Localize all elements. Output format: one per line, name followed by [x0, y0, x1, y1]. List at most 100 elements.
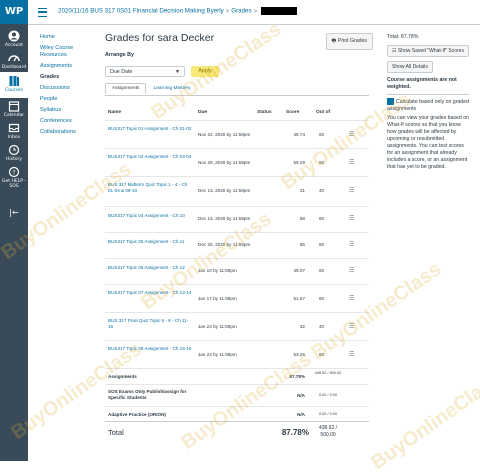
rubric-icon[interactable]: ☰: [349, 295, 354, 302]
show-whatif-button[interactable]: ☷ Show Saved "What-If" Scores: [387, 45, 469, 57]
account-icon: [8, 30, 20, 42]
course-nav-assignments[interactable]: Assignments: [40, 63, 95, 70]
nav-history[interactable]: History: [0, 144, 28, 162]
out-of: 60: [319, 242, 325, 247]
course-nav-collaborations[interactable]: Collaborations: [40, 129, 95, 136]
weight-note: Course assignments are not weighted.: [387, 77, 457, 90]
assignment-link[interactable]: BUS317 Topic 06 Assignment - Ch 12: [108, 265, 193, 271]
due-date: Jan 24 by 11:59pm: [198, 352, 237, 357]
watermark: BuyOnlineClass: [367, 368, 480, 475]
col-name: Name: [108, 110, 122, 115]
inbox-icon: [8, 123, 20, 133]
assignment-link[interactable]: BUS317 Topic 07 Assignment - Ch 13-14: [108, 290, 193, 296]
breadcrumb-separator-2: >: [253, 7, 258, 15]
show-all-details-button[interactable]: Show All Details: [387, 61, 433, 73]
table-row: BUS317 Topic 04 Assignment - Ch 10 Dec 13…: [105, 206, 369, 233]
score: 31: [299, 188, 305, 193]
tab-divider: [105, 95, 369, 96]
tab-learning-mastery[interactable]: Learning Mastery: [147, 84, 196, 93]
course-nav: Home Wiley Course Resources Assignments …: [40, 34, 95, 140]
breadcrumb-course[interactable]: 2020/11/16 BUS 317 0S01 Financial Decisi…: [58, 8, 224, 15]
rubric-icon[interactable]: ☰: [349, 131, 354, 138]
breadcrumb-separator: >: [225, 7, 230, 15]
assignment-link[interactable]: BUS317 Topic 05 Assignment - Ch 11: [108, 239, 193, 245]
due-date: Jan 17 by 11:59pm: [198, 296, 237, 301]
arrange-by-select[interactable]: Due Date ▼: [105, 66, 185, 77]
tab-assignments[interactable]: Assignments: [105, 83, 147, 94]
grades-main: Grades for sara Decker 🖶 Print Grades Ar…: [105, 30, 375, 417]
out-of: 60: [319, 296, 325, 301]
group-out-of: 438.92 / 500.00: [314, 371, 342, 375]
collapse-nav-button[interactable]: |←: [0, 208, 28, 217]
assignment-link[interactable]: BUS317 Topic 01 Assignment - Ch 01-02: [108, 126, 193, 132]
group-score: 87.78%: [289, 374, 305, 379]
due-date: Jan 24 by 11:59pm: [198, 324, 237, 329]
hamburger-menu-icon[interactable]: [38, 8, 47, 17]
rubric-icon[interactable]: ☰: [349, 323, 354, 330]
assignment-link[interactable]: BUS 317 Midterm Quiz Topic 1 - 4 - Ch 01…: [108, 182, 193, 194]
dashboard-icon: [8, 55, 20, 62]
redacted-box: [261, 7, 298, 15]
table-row: BUS317 Topic 07 Assignment - Ch 13-14 Jan…: [105, 284, 369, 313]
assignment-link[interactable]: BUS317 Topic 02 Assignment - Ch 03-04: [108, 154, 193, 160]
top-bar: 2020/11/16 BUS 317 0S01 Financial Decisi…: [28, 0, 480, 24]
score: 59.29: [293, 160, 306, 165]
course-nav-grades[interactable]: Grades: [40, 74, 95, 81]
total-out-of: 438.92 / 500.00: [318, 425, 338, 438]
breadcrumb: 2020/11/16 BUS 317 0S01 Financial Decisi…: [58, 7, 298, 15]
course-nav-discussions[interactable]: Discussions: [40, 85, 95, 92]
table-row: BUS317 Topic 05 Assignment - Ch 11 Dec 20…: [105, 232, 369, 259]
nav-courses[interactable]: Courses: [0, 72, 28, 98]
header-divider: [28, 24, 480, 25]
course-nav-home[interactable]: Home: [40, 34, 95, 41]
assignment-link[interactable]: BUS 317 Final Quiz Topic 5 - 8 - Ch 11-1…: [108, 318, 193, 330]
svg-text:?: ?: [12, 169, 15, 176]
rubric-icon[interactable]: ☰: [349, 159, 354, 166]
group-name: Adaptive Practice (ORION): [108, 412, 166, 417]
nav-calendar[interactable]: Calendar: [0, 100, 28, 118]
out-of: 40: [319, 324, 325, 329]
help-icon: ?: [8, 166, 20, 178]
rubric-icon[interactable]: ☰: [349, 241, 354, 248]
rubric-icon[interactable]: ☰: [349, 215, 354, 222]
apply-button[interactable]: Apply: [191, 66, 219, 77]
table-row: BUS317 Topic 06 Assignment - Ch 12 Jan 10…: [105, 258, 369, 285]
arrange-by-label: Arrange By: [105, 52, 135, 58]
breadcrumb-grades[interactable]: Grades: [231, 8, 251, 15]
course-nav-syllabus[interactable]: Syllabus: [40, 107, 95, 114]
rubric-icon[interactable]: ☰: [349, 351, 354, 358]
course-nav-conferences[interactable]: Conferences: [40, 118, 95, 125]
rubric-icon[interactable]: ☰: [349, 267, 354, 274]
table-row: BUS317 Topic 01 Assignment - Ch 01-02 Nov…: [105, 120, 369, 149]
global-nav: WP Account Dashboard Courses Calendar In…: [0, 0, 28, 461]
due-date: Dec 13, 2020 by 11:59pm: [198, 216, 251, 221]
col-score: Score: [286, 110, 300, 115]
score: 53.25: [293, 352, 306, 357]
due-date: Nov 29, 2020 by 11:59pm: [198, 160, 251, 165]
assignment-link[interactable]: BUS317 Topic 08 Assignment - Ch 15-16: [108, 346, 193, 352]
group-out-of: 0.00 / 0.00: [319, 412, 337, 416]
nav-inbox[interactable]: Inbox: [0, 122, 28, 140]
assignment-link[interactable]: BUS317 Topic 04 Assignment - Ch 10: [108, 213, 193, 219]
rubric-icon[interactable]: ☰: [349, 187, 354, 194]
whatif-icon: ☷: [392, 48, 397, 54]
score: 49.07: [293, 268, 306, 273]
nav-help[interactable]: ? Get HELP - SOS: [0, 166, 28, 189]
app-logo[interactable]: WP: [0, 0, 28, 24]
course-nav-wiley[interactable]: Wiley Course Resources: [40, 45, 95, 58]
group-name: SOS Exams Only Publish/assign for Specif…: [108, 389, 187, 400]
grade-tabs: Assignments Learning Mastery: [105, 83, 198, 95]
print-grades-button[interactable]: 🖶 Print Grades: [325, 33, 373, 50]
group-row: Assignments 87.78% 438.92 / 500.00: [105, 368, 369, 385]
group-out-of: 0.00 / 0.00: [319, 393, 337, 397]
out-of: 60: [319, 352, 325, 357]
group-score: N/A: [297, 393, 305, 398]
group-score: N/A: [297, 412, 305, 417]
calculate-graded-checkbox[interactable]: [387, 98, 394, 105]
table-row: BUS317 Topic 08 Assignment - Ch 15-16 Jan…: [105, 340, 369, 369]
nav-dashboard[interactable]: Dashboard: [0, 52, 28, 70]
course-nav-people[interactable]: People: [40, 96, 95, 103]
nav-account[interactable]: Account: [0, 30, 28, 48]
col-status: Status: [257, 110, 272, 115]
grade-sidebar: Total: 87.78% ☷ Show Saved "What-If" Sco…: [387, 34, 469, 171]
